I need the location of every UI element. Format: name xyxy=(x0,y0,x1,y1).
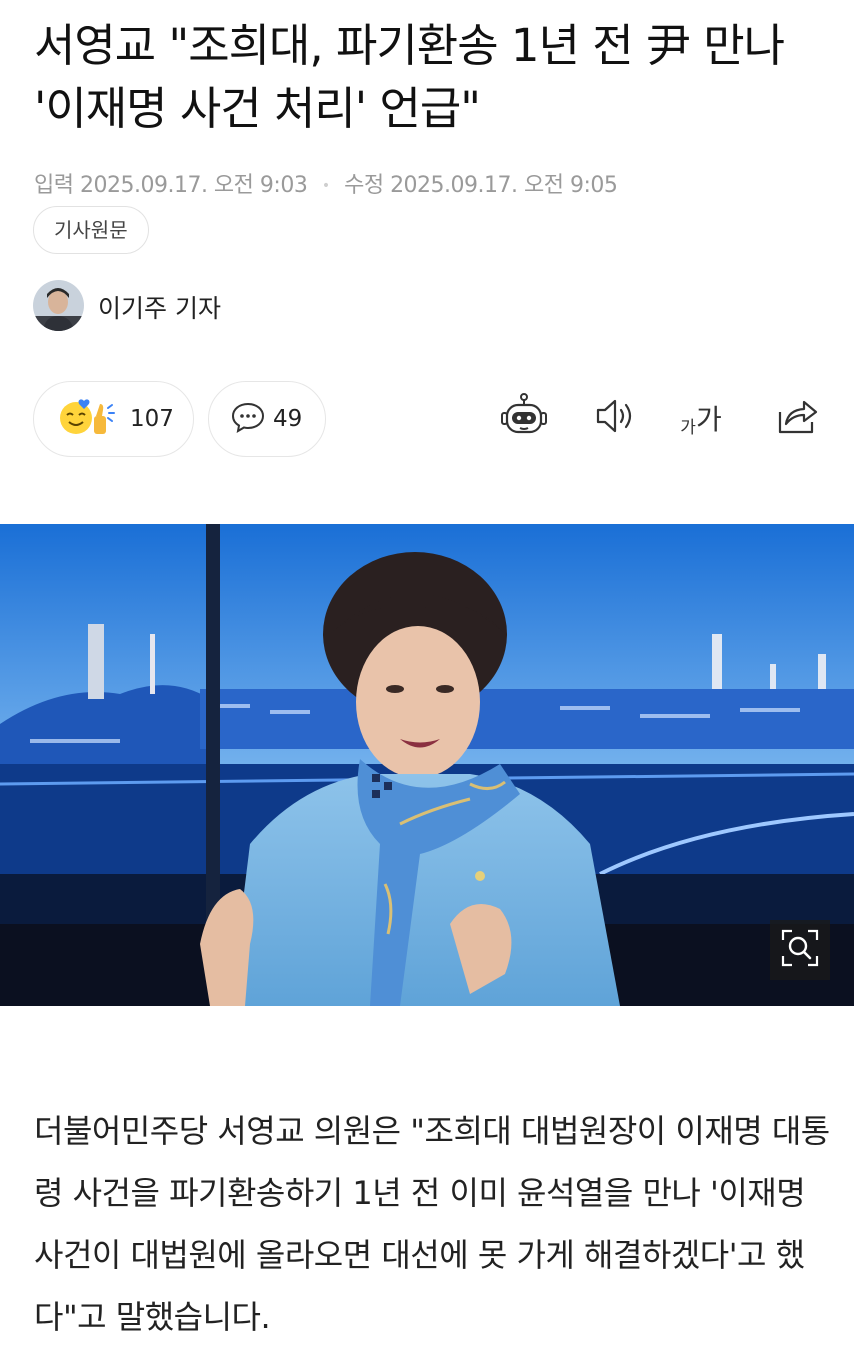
comment-button[interactable]: 49 xyxy=(208,381,326,457)
share-icon xyxy=(774,396,818,440)
article-timestamps: 입력 2025.09.17. 오전 9:03 • 수정 2025.09.17. … xyxy=(34,167,618,199)
meta-separator: • xyxy=(321,178,330,194)
zoom-magnifier-icon xyxy=(780,928,820,972)
ai-bot-icon xyxy=(499,392,549,444)
reaction-emoji-icon xyxy=(56,396,122,442)
reaction-button[interactable]: 107 xyxy=(33,381,194,457)
article-body-paragraph: 더불어민주당 서영교 의원은 "조희대 대법원장이 이재명 대통령 사건을 파기… xyxy=(34,1112,830,1336)
tts-button[interactable] xyxy=(590,392,640,444)
font-large-glyph: 가 xyxy=(695,403,722,436)
comment-bubble-icon xyxy=(231,401,265,437)
comment-count: 49 xyxy=(273,406,303,432)
font-small-glyph: 가 xyxy=(680,418,696,438)
modified-time: 2025.09.17. 오전 9:05 xyxy=(390,173,618,198)
article-photo[interactable] xyxy=(0,524,854,1006)
reaction-count: 107 xyxy=(130,406,174,432)
author-name[interactable]: 이기주 기자 xyxy=(98,289,221,325)
font-size-button[interactable]: 가 가 xyxy=(676,392,726,444)
original-article-button[interactable]: 기사원문 xyxy=(33,206,149,254)
article-title: 서영교 "조희대, 파기환송 1년 전 尹 만나 '이재명 사건 처리' 언급" xyxy=(34,19,785,135)
share-button[interactable] xyxy=(771,392,821,444)
modified-label: 수정 xyxy=(344,173,384,198)
published-label: 입력 xyxy=(34,173,74,198)
published-time: 2025.09.17. 오전 9:03 xyxy=(79,173,308,198)
speaker-icon xyxy=(593,396,637,440)
font-size-icon: 가 가 xyxy=(680,398,721,438)
author-avatar[interactable] xyxy=(33,280,84,331)
ai-summary-bot-button[interactable] xyxy=(499,392,549,444)
image-zoom-button[interactable] xyxy=(770,920,830,980)
